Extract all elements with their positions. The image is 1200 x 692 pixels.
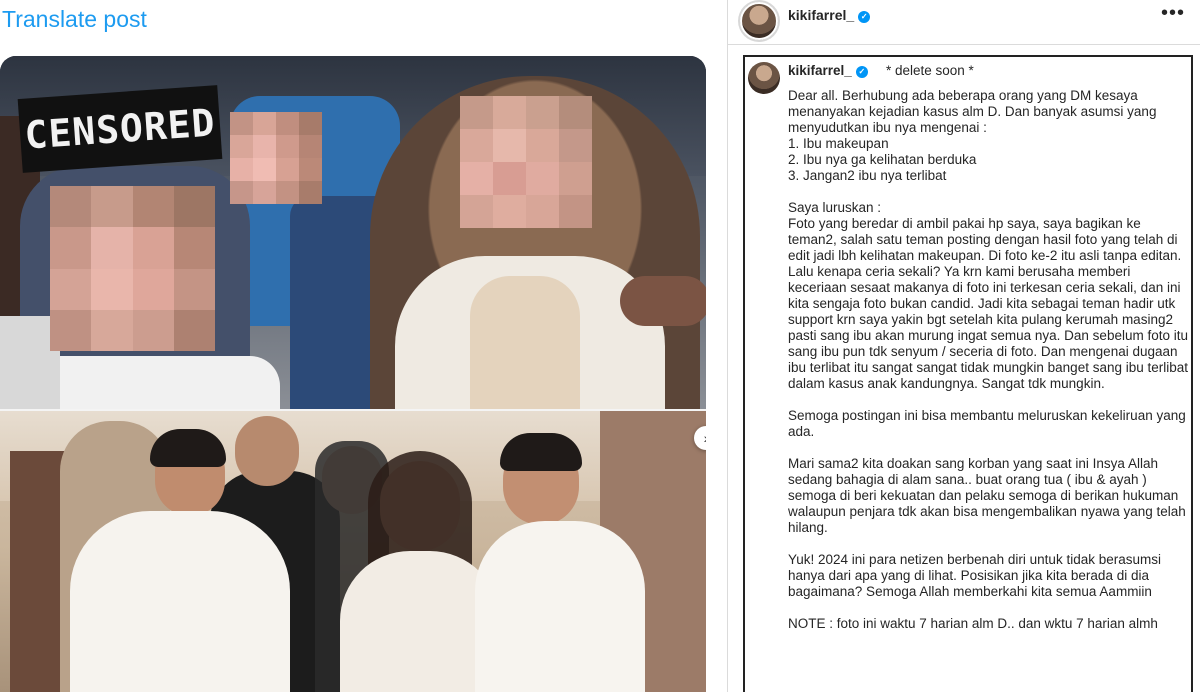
header-username[interactable]: kikifarrel_ [788, 7, 854, 23]
caption-clarify-body: Foto yang beredar di ambil pakai hp saya… [788, 216, 1189, 391]
caption-username[interactable]: kikifarrel_ [788, 63, 852, 78]
caption-greeting: Dear all. Berhubung ada beberapa orang y… [788, 88, 1157, 135]
caption-list-item: 1. Ibu makeupan [788, 136, 889, 151]
caption-body: Dear all. Berhubung ada beberapa orang y… [788, 88, 1188, 648]
left-pane: Translate post CENSORED [0, 0, 726, 692]
caption-title: * delete soon * [886, 63, 974, 78]
caption-list-item: 3. Jangan2 ibu nya terlibat [788, 168, 947, 183]
caption-note: NOTE : foto ini waktu 7 harian alm D.. d… [788, 616, 1158, 631]
caption-hope: Semoga postingan ini bisa membantu melur… [788, 408, 1186, 439]
blurred-face [460, 96, 592, 228]
story-ring [740, 2, 778, 40]
top-photo: CENSORED [0, 56, 706, 409]
caption-list-item: 2. Ibu nya ga kelihatan berduka [788, 152, 977, 167]
right-pane: kikifarrel_ ✓ ••• kikifarrel_ ✓ * delete s… [727, 0, 1200, 692]
post-media-carousel[interactable]: CENSORED › [0, 56, 706, 692]
caption-pray: Mari sama2 kita doakan sang korban yang … [788, 456, 1186, 535]
more-options-icon[interactable]: ••• [1161, 2, 1185, 25]
header-username-container[interactable]: kikifarrel_ ✓ [788, 7, 871, 23]
censored-stamp: CENSORED [17, 85, 223, 173]
caption-clarify-heading: Saya luruskan : [788, 200, 882, 215]
translate-post-link[interactable]: Translate post [2, 6, 147, 33]
post-header: kikifarrel_ ✓ ••• [728, 0, 1200, 45]
blurred-face [50, 186, 215, 351]
chevron-right-icon: › [704, 430, 706, 446]
censored-text: CENSORED [23, 100, 217, 158]
verified-badge-icon: ✓ [858, 11, 871, 23]
caption-avatar[interactable] [748, 62, 780, 94]
caption-highlight-box: kikifarrel_ ✓ * delete soon * Dear all. B… [743, 55, 1193, 692]
blurred-face [230, 112, 322, 204]
bottom-photo [0, 411, 706, 692]
verified-badge-icon: ✓ [855, 66, 868, 78]
caption-username-container[interactable]: kikifarrel_ ✓ [788, 63, 868, 78]
caption-closing: Yuk! 2024 ini para netizen berbenah diri… [788, 552, 1161, 599]
